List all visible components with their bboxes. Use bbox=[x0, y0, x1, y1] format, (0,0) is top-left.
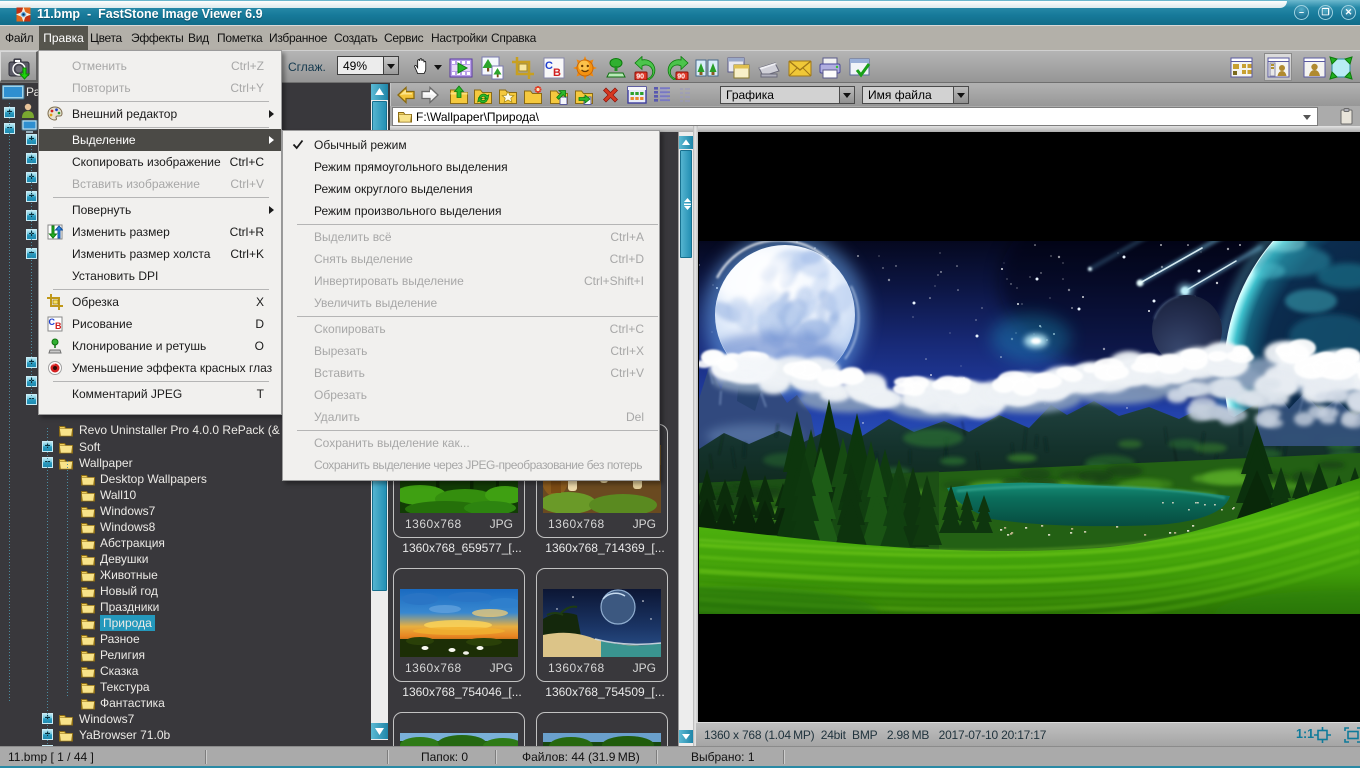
svg-text:B: B bbox=[55, 321, 62, 331]
svg-text:B: B bbox=[553, 67, 561, 79]
svg-text:90: 90 bbox=[636, 74, 644, 80]
svg-text:C: C bbox=[545, 60, 553, 72]
svg-text:90: 90 bbox=[677, 74, 685, 80]
